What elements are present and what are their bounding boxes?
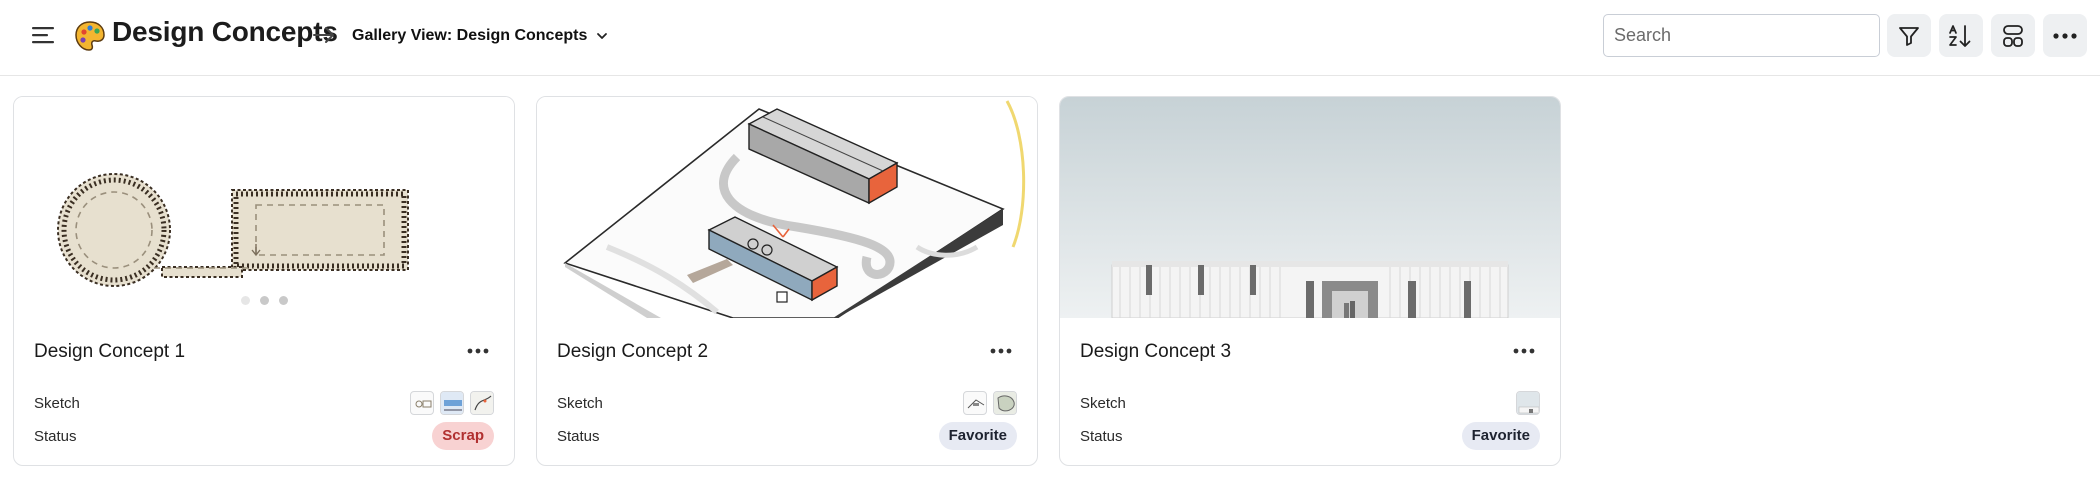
palette-icon	[74, 20, 106, 52]
status-property-label: Status	[34, 428, 77, 445]
card-cover-image	[1060, 97, 1560, 318]
chevron-down-icon	[597, 33, 608, 39]
more-horizontal-icon	[990, 348, 1012, 354]
sketch-thumbnails	[963, 391, 1017, 415]
search-input[interactable]	[1603, 14, 1880, 57]
sort-button[interactable]	[1939, 14, 1983, 57]
status-badge[interactable]: Favorite	[1461, 422, 1540, 450]
more-horizontal-icon	[1513, 348, 1535, 354]
status-property-label: Status	[1080, 428, 1123, 445]
status-badge[interactable]: Scrap	[432, 422, 494, 450]
gallery-card[interactable]: Design Concept 2 Sketch Status Favorite	[536, 96, 1038, 466]
filter-button[interactable]	[1887, 14, 1931, 57]
card-title[interactable]: Design Concept 2	[557, 341, 708, 363]
sketch-property-label: Sketch	[557, 395, 603, 412]
sketch-thumbnail[interactable]	[410, 391, 434, 415]
more-options-button[interactable]	[2043, 14, 2087, 57]
card-cover-image	[14, 97, 514, 318]
view-selector-label: Gallery View: Design Concepts	[352, 27, 588, 44]
card-title[interactable]: Design Concept 3	[1080, 341, 1231, 363]
group-button[interactable]	[1991, 14, 2035, 57]
sketch-property-label: Sketch	[1080, 395, 1126, 412]
card-title[interactable]: Design Concept 1	[34, 341, 185, 363]
hamburger-menu-icon[interactable]	[28, 20, 58, 50]
card-more-button[interactable]	[462, 339, 494, 363]
more-horizontal-icon	[2053, 32, 2077, 39]
view-selector[interactable]: Gallery View: Design Concepts	[352, 24, 609, 48]
arrow-right-icon	[311, 22, 337, 48]
carousel-dot[interactable]	[278, 296, 288, 305]
status-property-label: Status	[557, 428, 600, 445]
carousel-dot[interactable]	[259, 296, 269, 305]
card-more-button[interactable]	[985, 339, 1017, 363]
sort-az-icon	[1949, 24, 1971, 47]
carousel-dots[interactable]	[14, 296, 514, 305]
group-icon	[2003, 24, 2023, 47]
carousel-dot[interactable]	[240, 296, 250, 305]
sketch-thumbnail[interactable]	[1516, 391, 1540, 415]
more-horizontal-icon	[467, 348, 489, 354]
status-badge[interactable]: Favorite	[938, 422, 1017, 450]
card-cover-image	[537, 97, 1037, 318]
gallery-card[interactable]: Design Concept 1 Sketch Status Scrap	[13, 96, 515, 466]
sketch-property-label: Sketch	[34, 395, 80, 412]
sketch-thumbnails	[410, 391, 494, 415]
sketch-thumbnail[interactable]	[470, 391, 494, 415]
gallery-card[interactable]: Design Concept 3 Sketch Status Favorite	[1059, 96, 1561, 466]
sketch-thumbnail[interactable]	[963, 391, 987, 415]
filter-icon	[1899, 26, 1919, 46]
sketch-thumbnail[interactable]	[440, 391, 464, 415]
sketch-thumbnail[interactable]	[993, 391, 1017, 415]
sketch-thumbnails	[1516, 391, 1540, 415]
page-title: Design Concepts	[112, 16, 338, 47]
top-bar: Design Concepts Gallery View: Design Con…	[0, 0, 2100, 76]
card-more-button[interactable]	[1508, 339, 1540, 363]
